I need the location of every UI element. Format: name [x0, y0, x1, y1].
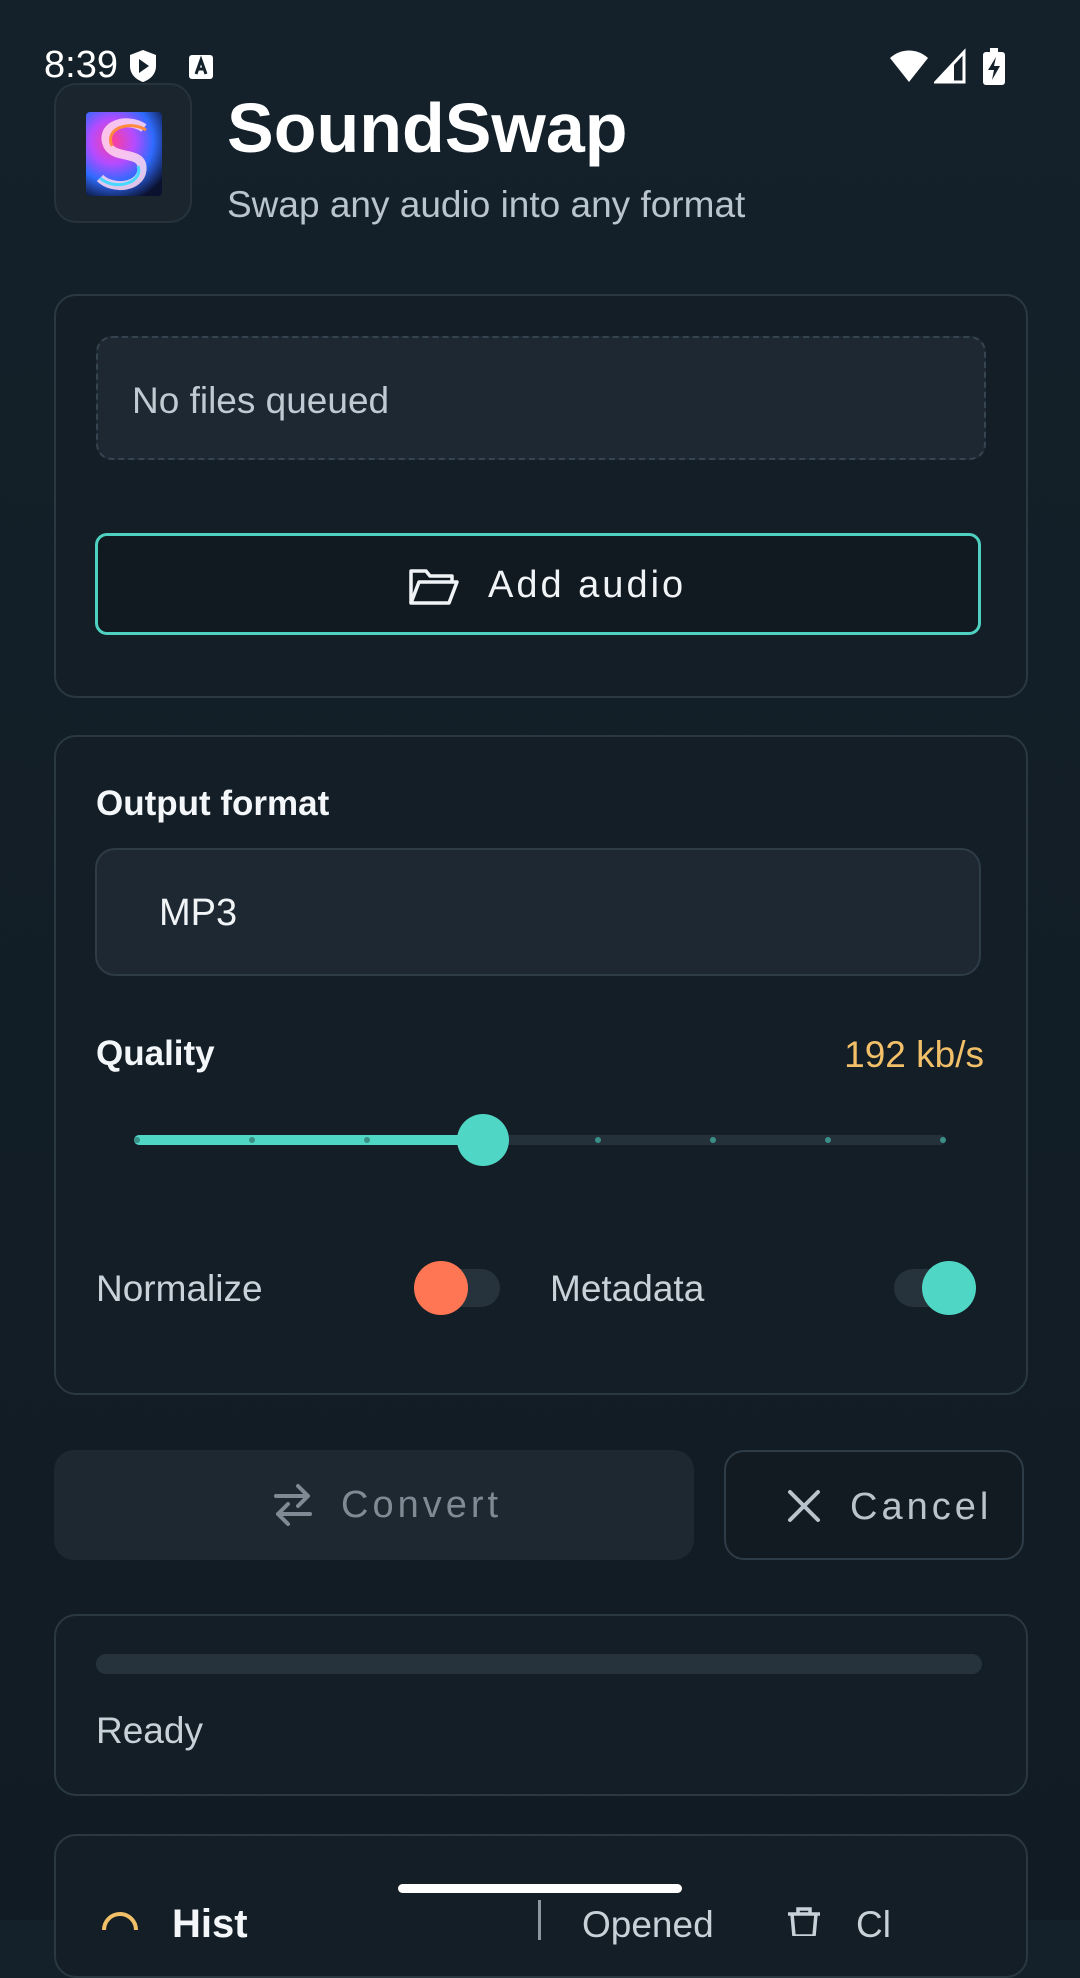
- app-subtitle: Swap any audio into any format: [227, 184, 746, 225]
- output-format-label: Output format: [96, 784, 330, 823]
- history-title: Hist: [172, 1902, 248, 1946]
- history-opened-label: Opened: [582, 1904, 714, 1945]
- add-audio-label: Add audio: [488, 564, 687, 606]
- home-indicator[interactable]: [398, 1884, 682, 1893]
- queue-empty-text: No files queued: [132, 380, 390, 421]
- add-audio-button[interactable]: Add audio: [95, 533, 981, 635]
- close-icon: [788, 1490, 820, 1522]
- battery-charging-icon: [983, 48, 1005, 85]
- quality-slider-fill: [134, 1135, 484, 1145]
- quality-slider-tick: [710, 1137, 716, 1143]
- convert-label: Convert: [341, 1484, 503, 1526]
- trash-icon[interactable]: [784, 1906, 824, 1936]
- quality-label: Quality: [96, 1034, 215, 1073]
- app-logo-image: [86, 112, 162, 196]
- normalize-label: Normalize: [96, 1268, 263, 1309]
- quality-slider-tick: [134, 1137, 140, 1143]
- history-divider: [538, 1900, 541, 1940]
- convert-button[interactable]: Convert: [54, 1450, 694, 1560]
- history-icon: [102, 1912, 138, 1931]
- metadata-label: Metadata: [550, 1268, 705, 1309]
- swap-arrows-icon: [274, 1484, 312, 1526]
- shield-play-icon: [130, 50, 156, 82]
- quality-slider-tick: [595, 1137, 601, 1143]
- folder-open-icon: [409, 569, 459, 605]
- quality-slider-tick: [249, 1137, 255, 1143]
- status-time: 8:39: [44, 44, 118, 86]
- keyboard-a-icon: [189, 55, 213, 79]
- app-logo-tile: [54, 83, 192, 223]
- output-format-select[interactable]: MP3: [95, 848, 981, 976]
- quality-value: 192 kb/s: [844, 1034, 984, 1075]
- history-clear-label[interactable]: Cl: [856, 1904, 891, 1946]
- progress-card: [54, 1614, 1028, 1796]
- metadata-toggle[interactable]: [894, 1261, 976, 1315]
- output-format-value: MP3: [159, 892, 238, 934]
- quality-slider-tick: [364, 1137, 370, 1143]
- normalize-toggle-knob: [414, 1261, 468, 1315]
- quality-slider-tick: [940, 1137, 946, 1143]
- file-queue-dropzone[interactable]: No files queued: [96, 336, 986, 460]
- app-title: SoundSwap: [227, 89, 628, 167]
- normalize-toggle[interactable]: [414, 1261, 500, 1315]
- conversion-progress-bar: [96, 1654, 982, 1674]
- cancel-label: Cancel: [850, 1486, 993, 1528]
- wifi-icon: [890, 50, 928, 82]
- metadata-toggle-knob: [922, 1261, 976, 1315]
- cancel-button[interactable]: Cancel: [724, 1450, 1024, 1560]
- cell-signal-icon: [934, 48, 966, 84]
- quality-slider-thumb[interactable]: [457, 1114, 510, 1166]
- quality-slider-track[interactable]: [134, 1135, 946, 1145]
- conversion-status-text: Ready: [96, 1710, 203, 1751]
- quality-slider-tick: [825, 1137, 831, 1143]
